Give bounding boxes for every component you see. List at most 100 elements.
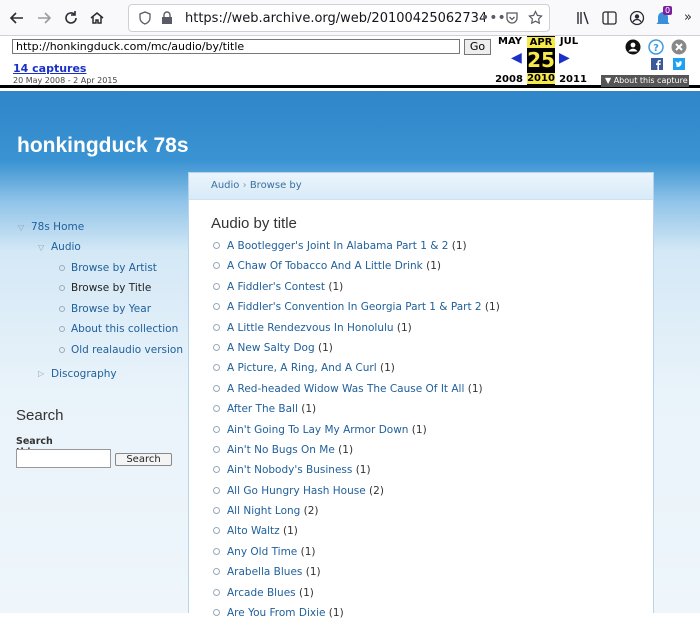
twitter-icon[interactable] (673, 58, 685, 70)
bullet-icon (213, 262, 220, 270)
pocket-icon[interactable] (505, 11, 519, 25)
title-link[interactable]: Ain't Nobody's Business (227, 464, 352, 476)
home-icon (90, 12, 104, 24)
bullet-icon (213, 364, 220, 372)
next-capture-arrow-icon[interactable]: ▶ (559, 50, 570, 66)
title-link[interactable]: A Red-headed Widow Was The Cause Of It A… (227, 383, 464, 395)
title-list: A Bootlegger's Joint In Alabama Part 1 &… (213, 239, 500, 626)
title-link[interactable]: A New Salty Dog (227, 342, 315, 354)
title-link[interactable]: Ain't Going To Lay My Armor Down (227, 424, 408, 436)
next-month-link[interactable]: JUL (555, 36, 583, 47)
facebook-icon[interactable] (651, 58, 663, 70)
wayback-url-input[interactable]: http://honkingduck.com/mc/audio/by/title (12, 39, 460, 54)
title-link[interactable]: A Chaw Of Tobacco And A Little Drink (227, 260, 423, 272)
sidebar-toggle-icon[interactable] (602, 11, 617, 25)
sidebar-item-old-realaudio[interactable]: Old realaudio version (71, 344, 183, 356)
title-count: (1) (301, 403, 317, 416)
close-icon[interactable] (671, 39, 687, 55)
main-content: Audio › Browse by Audio by title A Bootl… (188, 172, 654, 619)
sidebar-item-browse-by-artist[interactable]: Browse by Artist (71, 262, 157, 274)
title-count: (1) (379, 362, 395, 375)
title-count: (1) (299, 586, 314, 599)
back-button[interactable] (4, 5, 30, 31)
title-link[interactable]: After The Ball (227, 403, 298, 415)
bullet-icon (213, 466, 220, 474)
overflow-menu-icon[interactable]: » (684, 10, 692, 25)
collapsed-triangle-icon: ▷ (38, 369, 45, 378)
list-item: Ain't Going To Lay My Armor Down (1) (213, 423, 500, 443)
bookmark-star-icon[interactable] (528, 10, 543, 25)
back-arrow-icon (9, 12, 23, 24)
sidebar-item-audio[interactable]: Audio (51, 241, 81, 253)
bullet-icon (213, 445, 220, 453)
list-item: Arabella Blues (1) (213, 565, 500, 585)
next-year-link[interactable]: 2011 (559, 74, 587, 85)
title-count: (1) (467, 382, 483, 395)
lock-icon (162, 11, 172, 24)
extension-button[interactable]: 0 (655, 6, 673, 28)
title-link[interactable]: Are You From Dixie (227, 607, 325, 619)
list-item: Any Old Time (1) (213, 545, 500, 565)
bullet-icon (213, 343, 220, 351)
reload-button[interactable] (58, 5, 84, 31)
about-capture-button[interactable]: ▼ About this capture (601, 75, 689, 87)
breadcrumb-browse-by[interactable]: Browse by (250, 180, 302, 191)
wayback-go-button[interactable]: Go (464, 39, 491, 55)
bullet-icon (59, 265, 65, 271)
bullet-icon (213, 588, 220, 596)
bullet-icon (213, 405, 220, 413)
list-item: A Fiddler's Convention In Georgia Part 1… (213, 300, 500, 320)
library-icon[interactable] (576, 11, 591, 25)
title-link[interactable]: All Night Long (227, 505, 300, 517)
title-link[interactable]: A Picture, A Ring, And A Curl (227, 362, 377, 374)
address-bar[interactable]: https://web.archive.org/web/201004250627… (128, 4, 550, 32)
prev-year-link[interactable]: 2008 (495, 74, 523, 85)
title-link[interactable]: Any Old Time (227, 546, 297, 558)
site-title[interactable]: honkingduck 78s (17, 134, 189, 158)
help-icon[interactable]: ? (648, 39, 664, 55)
sidebar-item-discography[interactable]: Discography (51, 368, 117, 380)
list-item: All Go Hungry Hash House (2) (213, 484, 500, 504)
title-count: (1) (328, 607, 344, 620)
sidebar-item-browse-by-title[interactable]: Browse by Title (71, 282, 151, 294)
captures-link[interactable]: 14 captures (13, 62, 86, 75)
forward-button[interactable] (31, 5, 57, 31)
sidebar-item-browse-by-year[interactable]: Browse by Year (71, 303, 151, 315)
prev-capture-arrow-icon[interactable]: ◀ (511, 50, 522, 66)
search-button[interactable]: Search (115, 453, 172, 466)
expanded-triangle-icon: ▽ (18, 223, 25, 232)
sidebar-item-about-collection[interactable]: About this collection (71, 323, 178, 335)
bullet-icon (213, 303, 220, 311)
title-link[interactable]: Alto Waltz (227, 525, 280, 537)
account-icon[interactable] (629, 10, 645, 26)
title-link[interactable]: All Go Hungry Hash House (227, 485, 366, 497)
more-actions-icon[interactable]: ••• (481, 10, 506, 26)
title-link[interactable]: A Fiddler's Contest (227, 281, 325, 293)
list-item: A Little Rendezvous In Honolulu (1) (213, 321, 500, 341)
title-count: (1) (355, 464, 371, 477)
title-link[interactable]: A Bootlegger's Joint In Alabama Part 1 &… (227, 240, 448, 252)
list-item: A New Salty Dog (1) (213, 341, 500, 361)
title-count: (1) (328, 280, 344, 293)
prev-month-link[interactable]: MAY (496, 36, 524, 47)
search-input[interactable] (16, 449, 111, 468)
title-count: (1) (283, 525, 298, 538)
title-link[interactable]: Arabella Blues (227, 566, 302, 578)
breadcrumb-audio[interactable]: Audio (211, 180, 239, 191)
title-count: (1) (317, 341, 333, 354)
title-link[interactable]: A Fiddler's Convention In Georgia Part 1… (227, 301, 482, 313)
bullet-icon (59, 326, 65, 332)
breadcrumb: Audio › Browse by (189, 173, 653, 200)
list-item: All Night Long (2) (213, 504, 500, 524)
title-link[interactable]: Ain't No Bugs On Me (227, 444, 335, 456)
title-link[interactable]: Arcade Blues (227, 587, 296, 599)
title-link[interactable]: A Little Rendezvous In Honolulu (227, 322, 394, 334)
wayback-user-icon[interactable] (625, 39, 641, 55)
browser-toolbar: https://web.archive.org/web/201004250627… (0, 0, 700, 36)
home-button[interactable] (84, 5, 110, 31)
title-count: (1) (484, 301, 500, 314)
bullet-icon (59, 285, 65, 291)
list-item: After The Ball (1) (213, 402, 500, 422)
sidebar-item-78s-home[interactable]: 78s Home (31, 221, 84, 233)
current-year: 2010 (527, 73, 555, 84)
